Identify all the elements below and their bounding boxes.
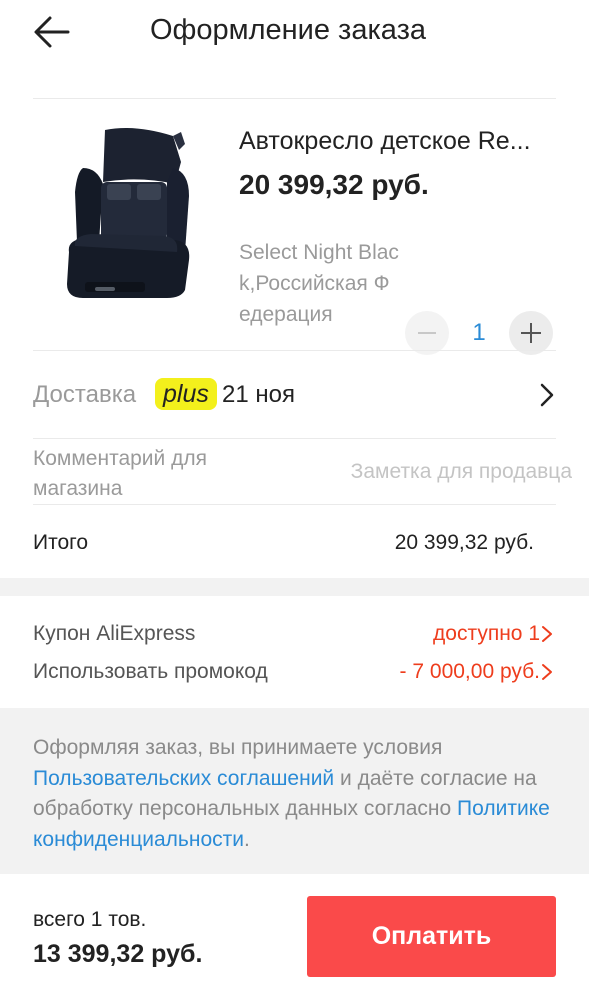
product-divider <box>33 350 556 351</box>
footer-total: 13 399,32 руб. <box>33 940 203 968</box>
arrow-left-icon <box>34 16 70 48</box>
item-count: всего 1 тов. <box>33 908 147 931</box>
delivery-divider <box>33 438 556 439</box>
car-seat-image <box>67 128 190 298</box>
header-divider <box>33 98 556 99</box>
seller-note-input[interactable] <box>300 455 572 489</box>
comment-divider <box>33 504 556 505</box>
aliexpress-coupon-value[interactable]: доступно 1 <box>433 622 540 646</box>
terms-text-part: . <box>244 827 250 851</box>
terms-text: Оформляя заказ, вы принимаете условия По… <box>33 733 573 855</box>
section-separator <box>0 578 589 596</box>
comment-label: Комментарий для магазина <box>33 447 207 500</box>
aliexpress-coupon-label: Купон AliExpress <box>33 622 196 645</box>
user-agreement-link[interactable]: Пользовательских соглашений <box>33 767 334 790</box>
total-label: Итого <box>33 531 89 554</box>
back-button[interactable] <box>30 10 74 54</box>
pay-button[interactable]: Оплатить <box>307 896 556 977</box>
chevron-right-icon <box>539 383 555 407</box>
quantity-value: 1 <box>472 319 486 346</box>
chevron-right-icon[interactable] <box>541 625 553 643</box>
quantity-increase-button[interactable] <box>509 311 553 355</box>
promo-code-value[interactable]: - 7 000,00 руб. <box>400 660 540 684</box>
delivery-label: Доставка <box>33 381 137 408</box>
product-image[interactable] <box>55 122 195 304</box>
delivery-date: 21 ноя <box>222 381 295 408</box>
page-title: Оформление заказа <box>150 14 427 46</box>
chevron-right-icon[interactable] <box>541 663 553 681</box>
plus-badge: plus <box>155 378 217 410</box>
product-price: 20 399,32 руб. <box>239 169 429 200</box>
promo-code-label: Использовать промокод <box>33 660 268 683</box>
quantity-decrease-button[interactable] <box>405 311 449 355</box>
product-name[interactable]: Автокресло детское Re... <box>239 127 559 156</box>
total-value: 20 399,32 руб. <box>394 531 534 554</box>
terms-text-part: Оформляя заказ, вы принимаете условия <box>33 736 443 759</box>
product-variant: Select Night Black,Российская Федерация <box>239 241 399 326</box>
